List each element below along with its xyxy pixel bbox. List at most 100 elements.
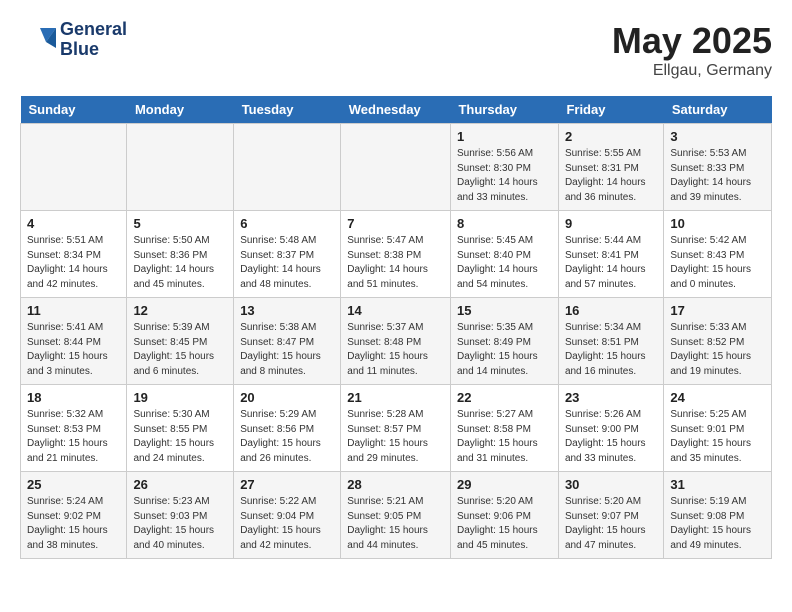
day-info: Sunrise: 5:53 AM Sunset: 8:33 PM Dayligh… bbox=[670, 147, 765, 205]
calendar-week-row: 1 Sunrise: 5:56 AM Sunset: 8:30 PM Daylig… bbox=[21, 124, 772, 211]
calendar-week-row: 25 Sunrise: 5:24 AM Sunset: 9:02 PM Dayli… bbox=[21, 472, 772, 559]
day-info: Sunrise: 5:21 AM Sunset: 9:05 PM Dayligh… bbox=[347, 495, 444, 553]
calendar-cell: 30 Sunrise: 5:20 AM Sunset: 9:07 PM Dayli… bbox=[558, 472, 663, 559]
day-number: 10 bbox=[670, 216, 765, 231]
calendar-cell: 24Sunrise: 5:25 AM Sunset: 9:01 PM Dayli… bbox=[664, 385, 772, 472]
day-number: 26 bbox=[133, 477, 227, 492]
calendar-week-row: 11 Sunrise: 5:41 AM Sunset: 8:44 PM Dayli… bbox=[21, 298, 772, 385]
calendar-cell: 31 Sunrise: 5:19 AM Sunset: 9:08 PM Dayli… bbox=[664, 472, 772, 559]
calendar-cell: 8 Sunrise: 5:45 AM Sunset: 8:40 PM Daylig… bbox=[450, 211, 558, 298]
day-info: Sunrise: 5:47 AM Sunset: 8:38 PM Dayligh… bbox=[347, 234, 444, 292]
calendar-cell bbox=[127, 124, 234, 211]
calendar-cell: 19Sunrise: 5:30 AM Sunset: 8:55 PM Dayli… bbox=[127, 385, 234, 472]
day-number: 28 bbox=[347, 477, 444, 492]
day-info: Sunrise: 5:23 AM Sunset: 9:03 PM Dayligh… bbox=[133, 495, 227, 553]
day-number: 23 bbox=[565, 390, 657, 405]
calendar-cell bbox=[341, 124, 451, 211]
calendar-cell bbox=[234, 124, 341, 211]
day-info: Sunrise: 5:28 AM Sunset: 8:57 PM Dayligh… bbox=[347, 408, 444, 466]
calendar-cell: 3 Sunrise: 5:53 AM Sunset: 8:33 PM Daylig… bbox=[664, 124, 772, 211]
day-number: 6 bbox=[240, 216, 334, 231]
day-number: 18 bbox=[27, 390, 120, 405]
weekday-header: Tuesday bbox=[234, 96, 341, 124]
day-info: Sunrise: 5:50 AM Sunset: 8:36 PM Dayligh… bbox=[133, 234, 227, 292]
calendar-cell: 29 Sunrise: 5:20 AM Sunset: 9:06 PM Dayli… bbox=[450, 472, 558, 559]
day-info: Sunrise: 5:44 AM Sunset: 8:41 PM Dayligh… bbox=[565, 234, 657, 292]
weekday-header: Saturday bbox=[664, 96, 772, 124]
day-number: 3 bbox=[670, 129, 765, 144]
day-info: Sunrise: 5:32 AM Sunset: 8:53 PM Dayligh… bbox=[27, 408, 120, 466]
calendar-cell: 10 Sunrise: 5:42 AM Sunset: 8:43 PM Dayli… bbox=[664, 211, 772, 298]
calendar-cell: 21 Sunrise: 5:28 AM Sunset: 8:57 PM Dayli… bbox=[341, 385, 451, 472]
day-number: 21 bbox=[347, 390, 444, 405]
day-info: Sunrise: 5:55 AM Sunset: 8:31 PM Dayligh… bbox=[565, 147, 657, 205]
logo-line2: Blue bbox=[60, 40, 127, 60]
calendar-cell: 27Sunrise: 5:22 AM Sunset: 9:04 PM Dayli… bbox=[234, 472, 341, 559]
calendar-cell: 7Sunrise: 5:47 AM Sunset: 8:38 PM Daylig… bbox=[341, 211, 451, 298]
logo-line1: General bbox=[60, 20, 127, 40]
day-info: Sunrise: 5:19 AM Sunset: 9:08 PM Dayligh… bbox=[670, 495, 765, 553]
day-number: 8 bbox=[457, 216, 552, 231]
weekday-header: Wednesday bbox=[341, 96, 451, 124]
day-number: 2 bbox=[565, 129, 657, 144]
day-number: 5 bbox=[133, 216, 227, 231]
day-number: 14 bbox=[347, 303, 444, 318]
day-number: 15 bbox=[457, 303, 552, 318]
day-number: 17 bbox=[670, 303, 765, 318]
calendar-cell: 18 Sunrise: 5:32 AM Sunset: 8:53 PM Dayli… bbox=[21, 385, 127, 472]
day-info: Sunrise: 5:39 AM Sunset: 8:45 PM Dayligh… bbox=[133, 321, 227, 379]
calendar-cell: 13Sunrise: 5:38 AM Sunset: 8:47 PM Dayli… bbox=[234, 298, 341, 385]
calendar-cell: 6Sunrise: 5:48 AM Sunset: 8:37 PM Daylig… bbox=[234, 211, 341, 298]
location: Ellgau, Germany bbox=[612, 62, 772, 80]
day-number: 29 bbox=[457, 477, 552, 492]
day-number: 24 bbox=[670, 390, 765, 405]
day-info: Sunrise: 5:29 AM Sunset: 8:56 PM Dayligh… bbox=[240, 408, 334, 466]
day-info: Sunrise: 5:27 AM Sunset: 8:58 PM Dayligh… bbox=[457, 408, 552, 466]
day-number: 11 bbox=[27, 303, 120, 318]
calendar-cell: 25 Sunrise: 5:24 AM Sunset: 9:02 PM Dayli… bbox=[21, 472, 127, 559]
calendar-cell bbox=[21, 124, 127, 211]
weekday-header: Sunday bbox=[21, 96, 127, 124]
weekday-header: Thursday bbox=[450, 96, 558, 124]
day-info: Sunrise: 5:30 AM Sunset: 8:55 PM Dayligh… bbox=[133, 408, 227, 466]
page-header: General Blue May 2025 Ellgau, Germany bbox=[20, 20, 772, 80]
day-number: 30 bbox=[565, 477, 657, 492]
day-info: Sunrise: 5:22 AM Sunset: 9:04 PM Dayligh… bbox=[240, 495, 334, 553]
calendar-cell: 9Sunrise: 5:44 AM Sunset: 8:41 PM Daylig… bbox=[558, 211, 663, 298]
weekday-header: Friday bbox=[558, 96, 663, 124]
calendar-cell: 2 Sunrise: 5:55 AM Sunset: 8:31 PM Daylig… bbox=[558, 124, 663, 211]
day-info: Sunrise: 5:56 AM Sunset: 8:30 PM Dayligh… bbox=[457, 147, 552, 205]
day-info: Sunrise: 5:37 AM Sunset: 8:48 PM Dayligh… bbox=[347, 321, 444, 379]
calendar-cell: 12 Sunrise: 5:39 AM Sunset: 8:45 PM Dayli… bbox=[127, 298, 234, 385]
day-number: 25 bbox=[27, 477, 120, 492]
logo: General Blue bbox=[20, 20, 127, 60]
calendar-cell: 4Sunrise: 5:51 AM Sunset: 8:34 PM Daylig… bbox=[21, 211, 127, 298]
day-info: Sunrise: 5:26 AM Sunset: 9:00 PM Dayligh… bbox=[565, 408, 657, 466]
day-number: 1 bbox=[457, 129, 552, 144]
month-year: May 2025 bbox=[612, 20, 772, 62]
calendar-cell: 20 Sunrise: 5:29 AM Sunset: 8:56 PM Dayli… bbox=[234, 385, 341, 472]
day-info: Sunrise: 5:33 AM Sunset: 8:52 PM Dayligh… bbox=[670, 321, 765, 379]
logo-text: General Blue bbox=[60, 20, 127, 60]
calendar-cell: 15Sunrise: 5:35 AM Sunset: 8:49 PM Dayli… bbox=[450, 298, 558, 385]
day-info: Sunrise: 5:51 AM Sunset: 8:34 PM Dayligh… bbox=[27, 234, 120, 292]
day-number: 31 bbox=[670, 477, 765, 492]
calendar-cell: 28 Sunrise: 5:21 AM Sunset: 9:05 PM Dayli… bbox=[341, 472, 451, 559]
day-info: Sunrise: 5:41 AM Sunset: 8:44 PM Dayligh… bbox=[27, 321, 120, 379]
calendar-cell: 17 Sunrise: 5:33 AM Sunset: 8:52 PM Dayli… bbox=[664, 298, 772, 385]
calendar-cell: 5 Sunrise: 5:50 AM Sunset: 8:36 PM Daylig… bbox=[127, 211, 234, 298]
day-number: 12 bbox=[133, 303, 227, 318]
calendar-cell: 16Sunrise: 5:34 AM Sunset: 8:51 PM Dayli… bbox=[558, 298, 663, 385]
day-info: Sunrise: 5:24 AM Sunset: 9:02 PM Dayligh… bbox=[27, 495, 120, 553]
calendar-week-row: 4Sunrise: 5:51 AM Sunset: 8:34 PM Daylig… bbox=[21, 211, 772, 298]
weekday-header-row: SundayMondayTuesdayWednesdayThursdayFrid… bbox=[21, 96, 772, 124]
day-info: Sunrise: 5:42 AM Sunset: 8:43 PM Dayligh… bbox=[670, 234, 765, 292]
title-block: May 2025 Ellgau, Germany bbox=[612, 20, 772, 80]
day-info: Sunrise: 5:45 AM Sunset: 8:40 PM Dayligh… bbox=[457, 234, 552, 292]
day-number: 16 bbox=[565, 303, 657, 318]
calendar-cell: 22Sunrise: 5:27 AM Sunset: 8:58 PM Dayli… bbox=[450, 385, 558, 472]
day-number: 20 bbox=[240, 390, 334, 405]
day-info: Sunrise: 5:20 AM Sunset: 9:07 PM Dayligh… bbox=[565, 495, 657, 553]
calendar-week-row: 18 Sunrise: 5:32 AM Sunset: 8:53 PM Dayli… bbox=[21, 385, 772, 472]
day-info: Sunrise: 5:20 AM Sunset: 9:06 PM Dayligh… bbox=[457, 495, 552, 553]
